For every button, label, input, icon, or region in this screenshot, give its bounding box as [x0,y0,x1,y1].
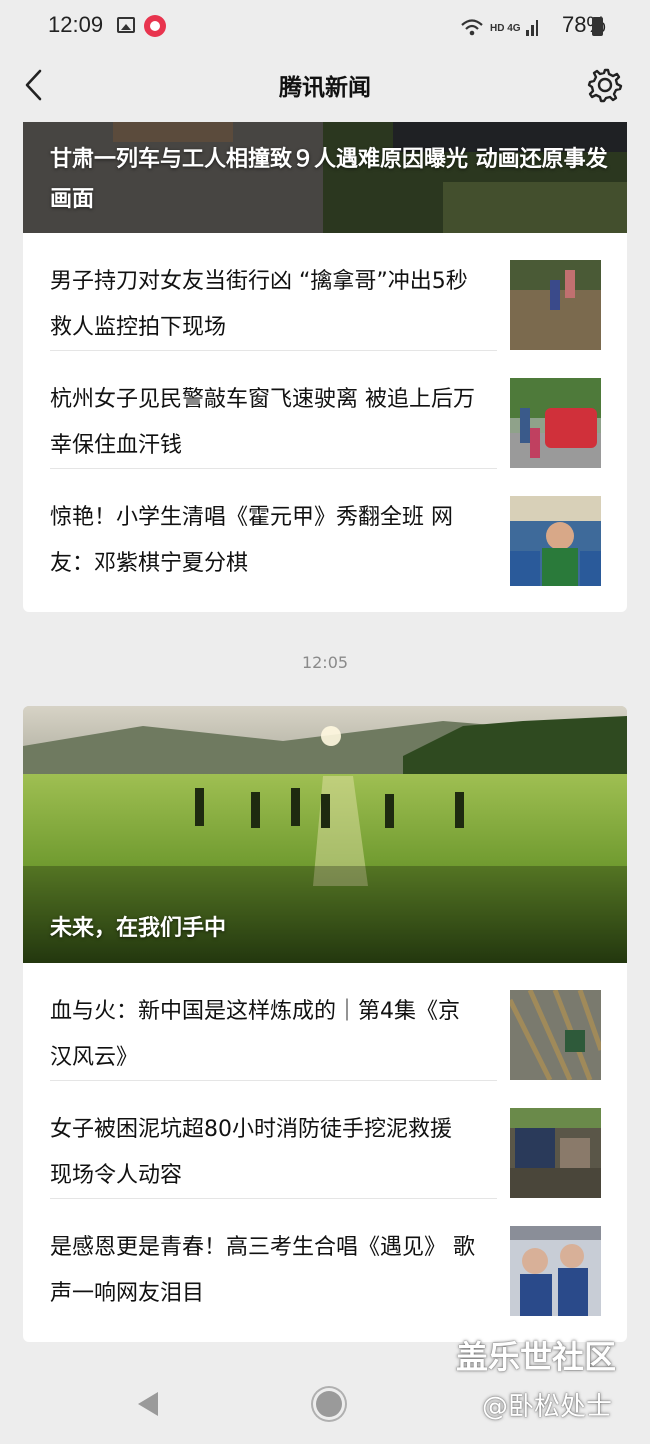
list-item[interactable]: 男子持刀对女友当街行凶 “擒拿哥”冲出5秒救人监控拍下现场 [23,233,627,351]
title-bar: 腾讯新闻 [0,54,650,118]
article-thumbnail [510,1108,601,1198]
hero-caption: 甘肃一列车与工人相撞致９人遇难原因曝光 动画还原事发画面 [50,147,608,212]
page-title: 腾讯新闻 [279,75,371,101]
news-card-bottom: 未来，在我们手中 血与火：新中国是这样炼成的｜第4集《京汉风云》 女子被困泥坑超… [23,706,627,1342]
article-thumbnail [510,990,601,1080]
feed-timestamp: 12:05 [301,653,349,672]
list-item[interactable]: 血与火：新中国是这样炼成的｜第4集《京汉风云》 [23,963,627,1081]
battery-icon [592,17,603,36]
app-notification-icon [144,15,166,37]
status-time: 12:09 [48,12,104,37]
watermark-handle: @卧松处士 [482,1392,613,1422]
article-title: 是感恩更是青春！高三考生合唱《遇见》 歌声一响网友泪目 [50,1235,475,1306]
hero-article[interactable]: 甘肃一列车与工人相撞致９人遇难原因曝光 动画还原事发画面 [23,122,627,233]
list-item[interactable]: 是感恩更是青春！高三考生合唱《遇见》 歌声一响网友泪目 [23,1199,627,1317]
article-title: 女子被困泥坑超80小时消防徒手挖泥救援 现场令人动容 [50,1117,452,1188]
article-thumbnail [510,378,601,468]
news-card-top: 甘肃一列车与工人相撞致９人遇难原因曝光 动画还原事发画面 男子持刀对女友当街行凶… [23,122,627,612]
list-item[interactable]: 杭州女子见民警敲车窗飞速驶离 被追上后万幸保住血汗钱 [23,351,627,469]
wifi-icon: HD 4G [461,19,538,36]
settings-gear-icon[interactable] [586,66,624,104]
article-title: 惊艳！小学生清唱《霍元甲》秀翻全班 网友：邓紫棋宁夏分棋 [50,505,453,576]
list-item[interactable]: 惊艳！小学生清唱《霍元甲》秀翻全班 网友：邓紫棋宁夏分棋 [23,469,627,587]
hero-article[interactable]: 未来，在我们手中 [23,706,627,963]
nav-home-icon[interactable] [316,1391,342,1417]
article-thumbnail [510,1226,601,1316]
article-title: 男子持刀对女友当街行凶 “擒拿哥”冲出5秒救人监控拍下现场 [50,269,468,340]
status-bar: 12:09 HD 4G 78% [0,0,650,54]
article-title: 血与火：新中国是这样炼成的｜第4集《京汉风云》 [50,999,460,1070]
gallery-icon [117,17,135,33]
article-thumbnail [510,260,601,350]
watermark-text: 盖乐世社区 [456,1338,617,1376]
nav-back-icon[interactable] [138,1392,158,1416]
list-item[interactable]: 女子被困泥坑超80小时消防徒手挖泥救援 现场令人动容 [23,1081,627,1199]
svg-text:HD 4G: HD 4G [490,23,521,34]
hero-caption: 未来，在我们手中 [50,916,227,941]
article-title: 杭州女子见民警敲车窗飞速驶离 被追上后万幸保住血汗钱 [50,387,475,458]
article-thumbnail [510,496,601,586]
